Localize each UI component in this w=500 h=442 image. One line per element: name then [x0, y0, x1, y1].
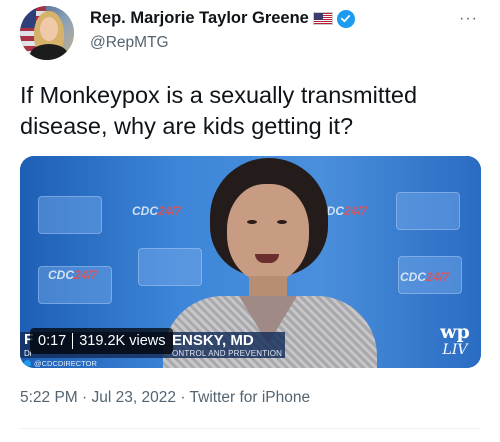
author-handle[interactable]: @RepMTG	[90, 34, 169, 52]
tweet-source[interactable]: Twitter for iPhone	[190, 389, 311, 406]
video-player[interactable]: CDC24/7 CDC24/7 CDC24/7 CDC24/7 F Di ENS…	[20, 156, 481, 368]
author-avatar[interactable]	[20, 6, 74, 60]
tweet-header: Rep. Marjorie Taylor Greene @RepMTG ···	[20, 6, 480, 66]
lower-third-handle: @CDCDIRECTOR	[24, 359, 97, 368]
divider	[20, 428, 480, 429]
tweet-date[interactable]: Jul 23, 2022	[92, 389, 176, 406]
verified-badge-icon[interactable]	[336, 9, 355, 28]
lower-third-name: ENSKY, MD	[172, 332, 254, 349]
backdrop-tile	[396, 192, 460, 230]
tweet-meta: 5:22 PM · Jul 23, 2022 · Twitter for iPh…	[20, 389, 311, 406]
video-duration: 0:17	[38, 333, 67, 349]
us-flag-icon	[312, 12, 333, 25]
lower-third-title: ONTROL AND PREVENTION	[172, 349, 283, 358]
author-display-name[interactable]: Rep. Marjorie Taylor Greene	[90, 9, 309, 28]
video-stats-badge: 0:17 319.2K views	[30, 328, 174, 354]
tweet-text: If Monkeypox is a sexually transmitted d…	[20, 82, 418, 139]
author-name-row: Rep. Marjorie Taylor Greene	[90, 9, 355, 28]
washington-post-watermark: wp LIV	[440, 321, 470, 358]
more-options-icon[interactable]: ···	[459, 10, 478, 28]
twitter-icon	[24, 360, 31, 367]
tweet-time[interactable]: 5:22 PM	[20, 389, 78, 406]
backdrop-logo: CDC24/7	[400, 270, 450, 284]
backdrop-logo: CDC24/7	[48, 268, 98, 282]
video-views: 319.2K views	[79, 333, 166, 349]
backdrop-tile	[38, 196, 102, 234]
